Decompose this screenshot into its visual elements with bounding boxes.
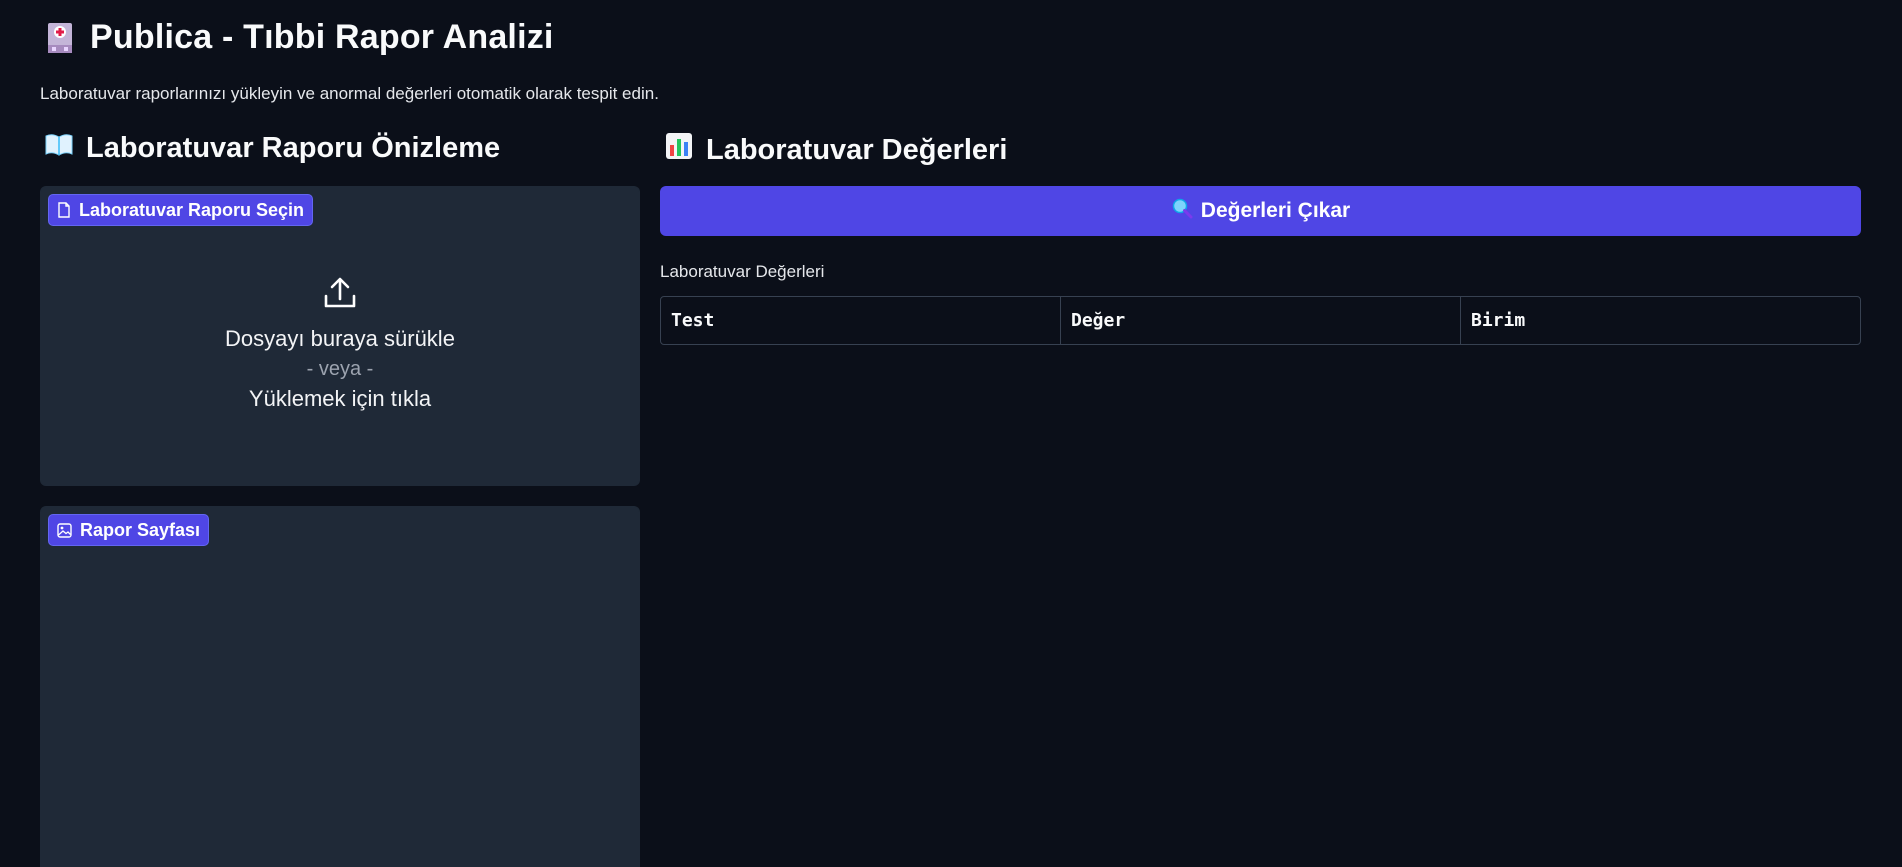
values-section-title: Laboratuvar Değerleri xyxy=(664,131,1007,169)
upload-icon xyxy=(323,277,357,314)
magnifier-icon xyxy=(1171,197,1193,225)
preview-section-title-text: Laboratuvar Raporu Önizleme xyxy=(86,131,501,164)
page-subtitle: Laboratuvar raporlarınızı yükleyin ve an… xyxy=(40,84,659,103)
report-page-label: Rapor Sayfası xyxy=(48,514,210,546)
column-header-value[interactable]: Değer xyxy=(1061,297,1461,344)
upload-panel-label-text: Laboratuvar Raporu Seçin xyxy=(79,199,305,220)
upload-or-text: - veya - xyxy=(306,358,374,380)
extract-values-button[interactable]: Değerleri Çıkar xyxy=(660,186,1861,236)
values-section-title-text: Laboratuvar Değerleri xyxy=(706,133,1008,166)
report-page-panel: Rapor Sayfası xyxy=(40,506,640,867)
hospital-icon xyxy=(44,21,76,55)
report-page-label-text: Rapor Sayfası xyxy=(80,519,201,540)
upload-dropzone[interactable]: Laboratuvar Raporu Seçin Dosyayı buraya … xyxy=(40,186,640,486)
upload-drop-text: Dosyayı buraya sürükle xyxy=(225,326,455,351)
open-book-icon xyxy=(44,131,74,165)
image-icon xyxy=(57,522,72,538)
column-header-unit[interactable]: Birim xyxy=(1461,297,1860,344)
page-title: Publica - Tıbbi Rapor Analizi xyxy=(44,18,554,57)
page-title-text: Publica - Tıbbi Rapor Analizi xyxy=(90,18,554,56)
bar-chart-icon xyxy=(664,131,694,169)
values-table-label: Laboratuvar Değerleri xyxy=(660,262,825,281)
upload-panel-label: Laboratuvar Raporu Seçin xyxy=(48,194,314,226)
extract-values-button-label: Değerleri Çıkar xyxy=(1200,199,1351,222)
values-table: Test Değer Birim xyxy=(660,296,1861,345)
upload-click-text: Yüklemek için tıkla xyxy=(248,386,432,411)
file-icon xyxy=(57,202,71,218)
app-page: Publica - Tıbbi Rapor Analizi Laboratuva… xyxy=(0,0,1902,867)
preview-section-title: Laboratuvar Raporu Önizleme xyxy=(44,131,500,165)
column-header-test[interactable]: Test xyxy=(661,297,1061,344)
upload-area[interactable]: Dosyayı buraya sürükle - veya - Yüklemek… xyxy=(41,277,639,414)
